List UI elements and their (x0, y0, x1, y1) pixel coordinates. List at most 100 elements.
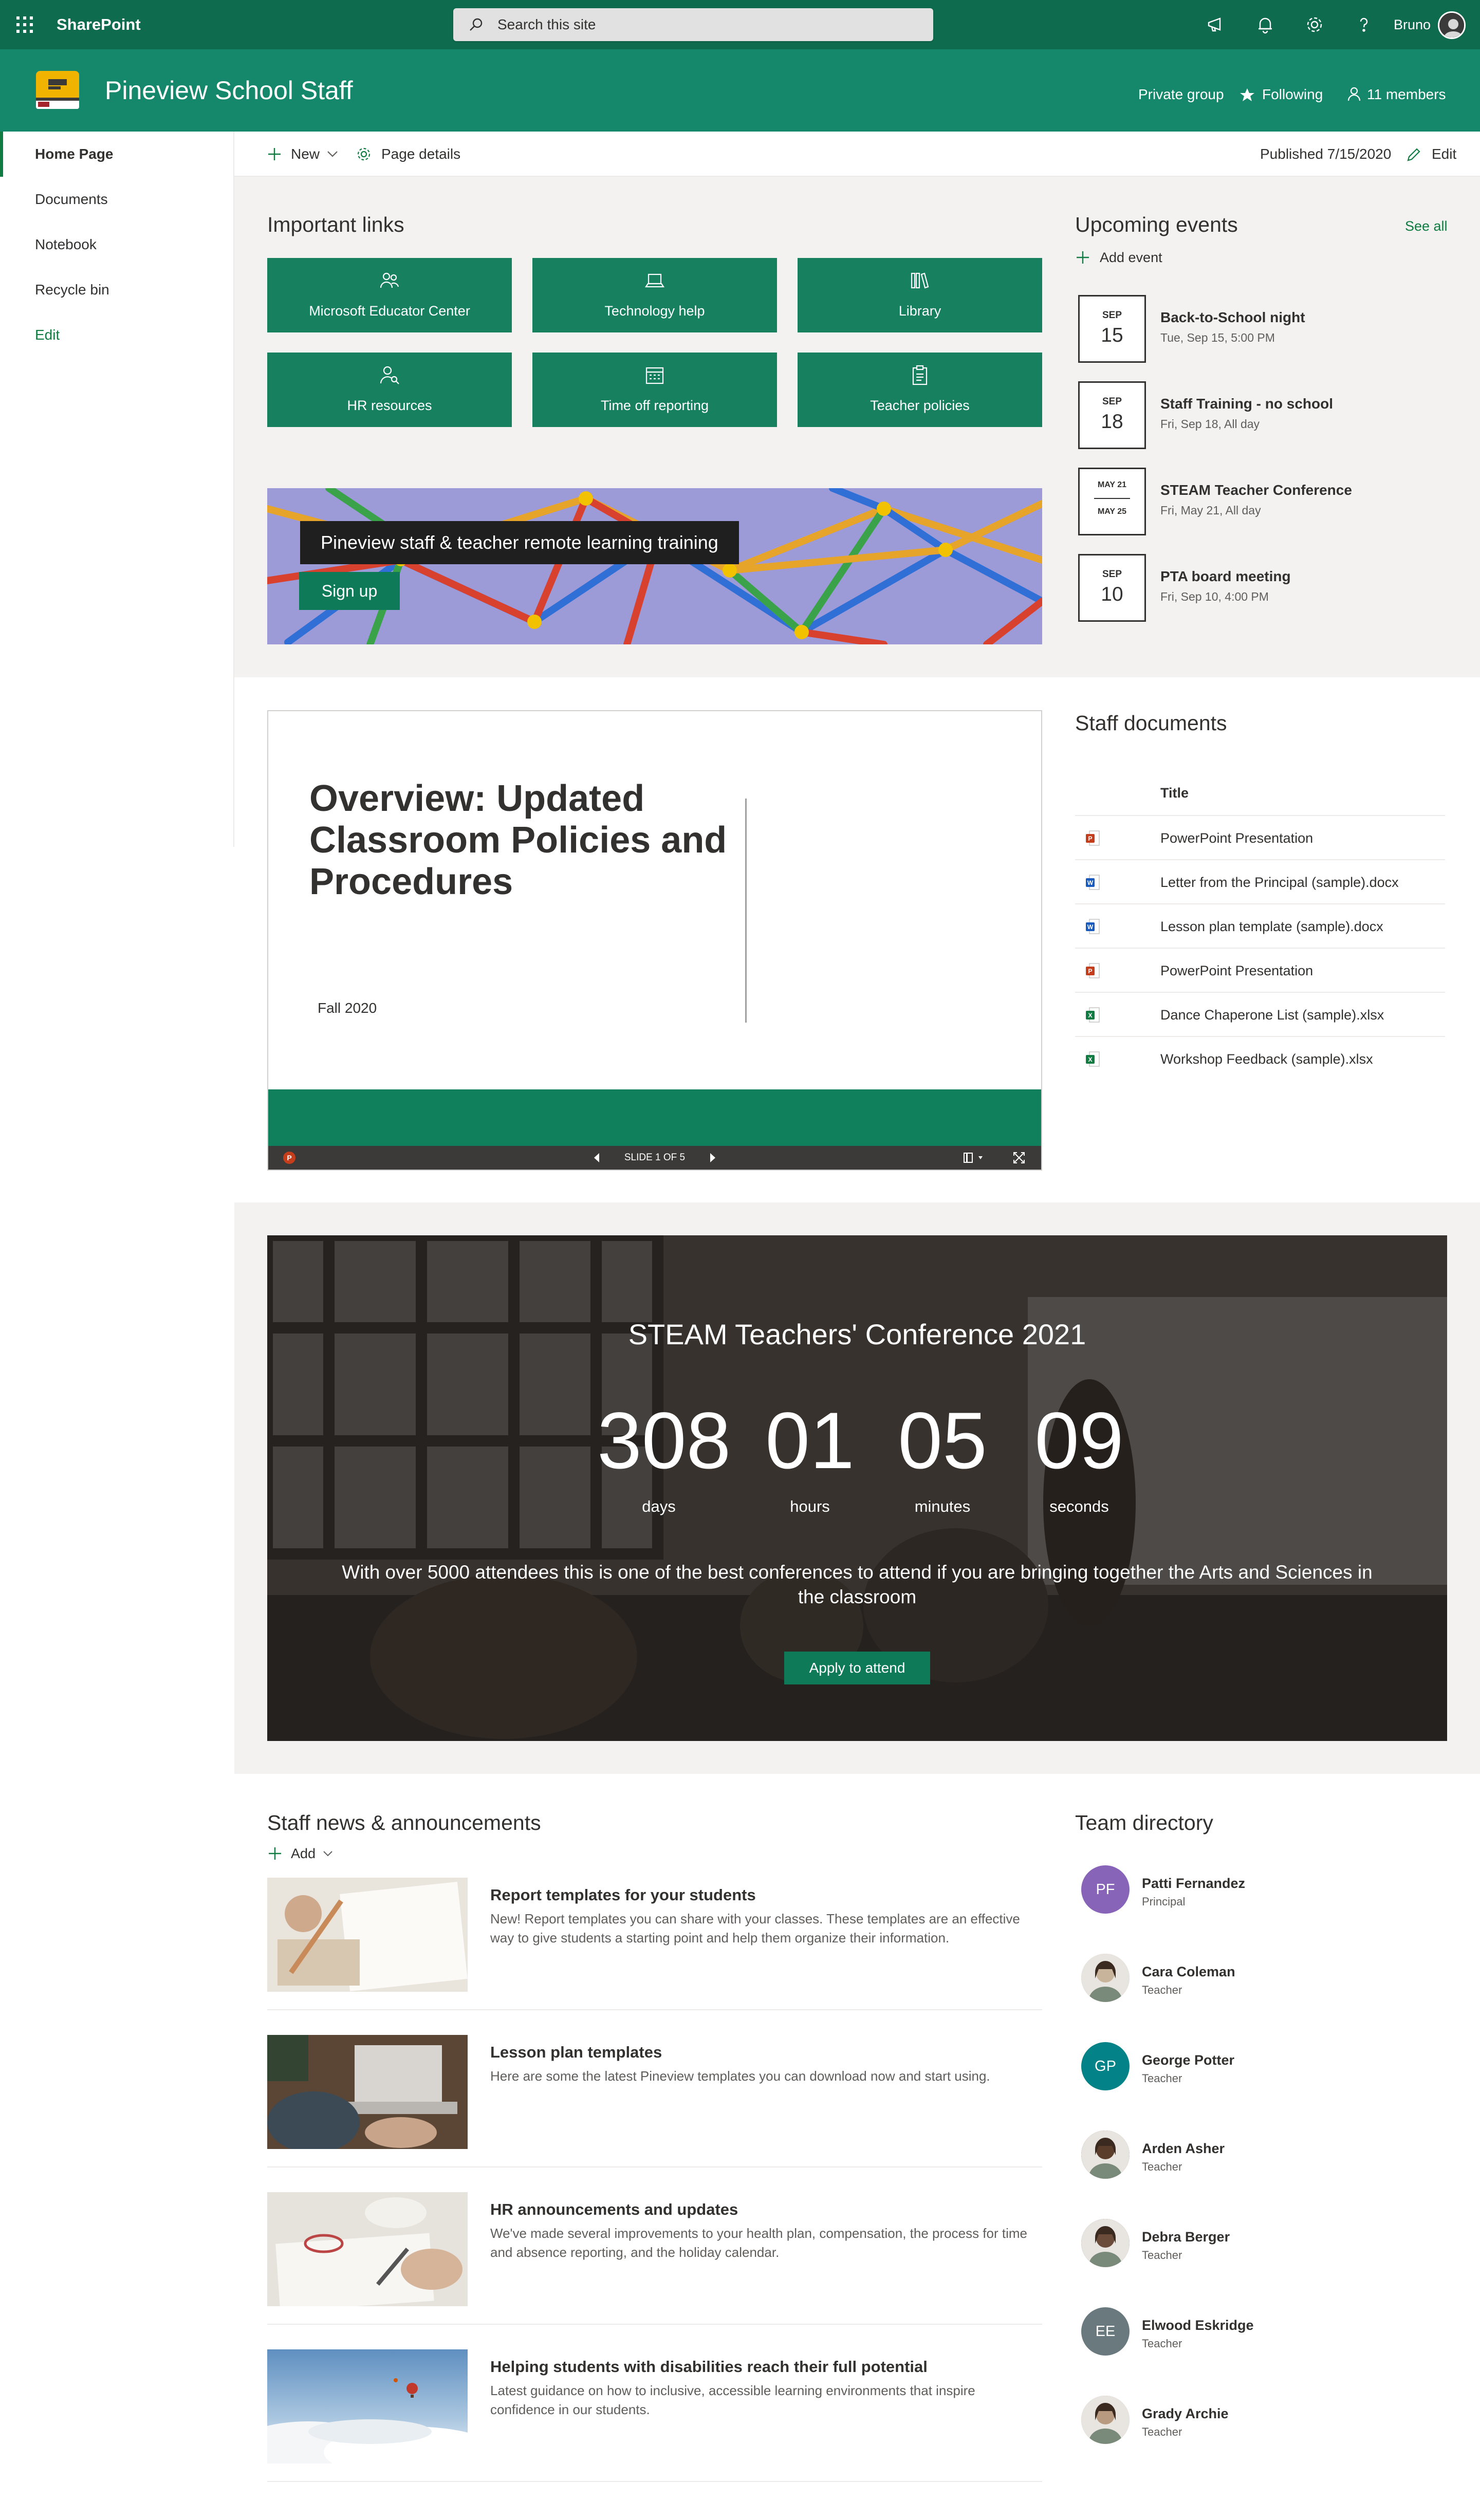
quick-link-teacher-policies[interactable]: Teacher policies (798, 353, 1042, 427)
see-all-link[interactable]: See all (1405, 218, 1448, 234)
document-row[interactable]: X Dance Chaperone List (sample).xlsx (1075, 992, 1445, 1036)
event-item[interactable]: MAY 21 MAY 25 STEAM Teacher Conference F… (1078, 468, 1453, 540)
person-card[interactable]: Grady Archie Teacher (1081, 2396, 1441, 2447)
event-item[interactable]: SEP 18 Staff Training - no school Fri, S… (1078, 381, 1453, 453)
star-icon[interactable] (1239, 87, 1255, 103)
person-name[interactable]: Arden Asher (1142, 2141, 1225, 2157)
nav-edit-link[interactable]: Edit (0, 312, 233, 358)
quick-link-hr-resources[interactable]: HR resources (267, 353, 512, 427)
app-name[interactable]: SharePoint (57, 0, 141, 49)
news-item-title[interactable]: Report templates for your students (490, 1886, 756, 1904)
news-item[interactable]: HR announcements and updates We've made … (267, 2192, 1042, 2325)
document-name[interactable]: Dance Chaperone List (sample).xlsx (1160, 993, 1384, 1037)
news-thumbnail-laptop[interactable] (267, 2035, 468, 2149)
chevron-down-icon[interactable] (323, 1850, 333, 1857)
news-item[interactable]: Report templates for your students New! … (267, 1878, 1042, 2010)
quick-link-time-off-reporting[interactable]: Time off reporting (532, 353, 777, 427)
page-details-button[interactable]: Page details (381, 132, 460, 177)
quick-link-library[interactable]: Library (798, 258, 1042, 332)
person-name[interactable]: George Potter (1142, 2052, 1234, 2068)
avatar[interactable] (1081, 2219, 1130, 2267)
document-name[interactable]: Letter from the Principal (sample).docx (1160, 860, 1399, 904)
add-event-button[interactable]: Add event (1100, 250, 1162, 266)
news-thumbnail-writing[interactable] (267, 1878, 468, 1992)
document-row[interactable]: W Lesson plan template (sample).docx (1075, 903, 1445, 948)
quick-link-technology-help[interactable]: Technology help (532, 258, 777, 332)
nav-item-notebook[interactable]: Notebook (0, 222, 233, 267)
training-banner[interactable]: Pineview staff & teacher remote learning… (267, 488, 1042, 644)
avatar[interactable]: GP (1081, 2042, 1130, 2090)
settings-gear-icon[interactable] (1304, 14, 1325, 35)
person-card[interactable]: Debra Berger Teacher (1081, 2219, 1441, 2270)
user-avatar[interactable] (1438, 11, 1466, 39)
person-card[interactable]: Arden Asher Teacher (1081, 2130, 1441, 2182)
document-name[interactable]: Lesson plan template (sample).docx (1160, 904, 1383, 949)
news-item[interactable]: Helping students with disabilities reach… (267, 2349, 1042, 2482)
bell-icon[interactable] (1255, 14, 1275, 35)
document-row[interactable]: P PowerPoint Presentation (1075, 948, 1445, 992)
view-options-icon[interactable] (963, 1152, 989, 1163)
site-title[interactable]: Pineview School Staff (105, 49, 353, 132)
edit-button[interactable]: Edit (1432, 132, 1456, 177)
event-title[interactable]: Staff Training - no school (1160, 396, 1333, 412)
fullscreen-icon[interactable] (1012, 1151, 1026, 1164)
left-navigation: Home Page Documents Notebook Recycle bin… (0, 132, 234, 847)
document-name[interactable]: PowerPoint Presentation (1160, 816, 1313, 860)
document-row[interactable]: P PowerPoint Presentation (1075, 815, 1445, 859)
avatar[interactable] (1081, 1954, 1130, 2002)
document-row[interactable]: X Workshop Feedback (sample).xlsx (1075, 1036, 1445, 1080)
event-item[interactable]: SEP 10 PTA board meeting Fri, Sep 10, 4:… (1078, 554, 1453, 626)
news-item[interactable]: Lesson plan templates Here are some the … (267, 2035, 1042, 2167)
person-card[interactable]: Cara Coleman Teacher (1081, 1954, 1441, 2005)
person-card[interactable]: PF Patti Fernandez Principal (1081, 1865, 1441, 1917)
nav-item-recycle-bin[interactable]: Recycle bin (0, 267, 233, 312)
document-row[interactable]: W Letter from the Principal (sample).docx (1075, 859, 1445, 903)
members-button[interactable]: 11 members (1367, 49, 1446, 140)
following-button[interactable]: Following (1262, 49, 1323, 140)
person-card[interactable]: GP George Potter Teacher (1081, 2042, 1441, 2093)
chevron-down-icon[interactable] (327, 150, 338, 158)
person-name[interactable]: Cara Coleman (1142, 1964, 1235, 1980)
site-logo-icon[interactable] (33, 66, 82, 115)
megaphone-icon[interactable] (1206, 14, 1226, 35)
apply-to-attend-button[interactable]: Apply to attend (784, 1652, 930, 1684)
plus-icon[interactable] (1076, 251, 1089, 264)
avatar[interactable]: EE (1081, 2307, 1130, 2356)
quick-link-educator-center[interactable]: Microsoft Educator Center (267, 258, 512, 332)
powerpoint-embed[interactable]: Overview: Updated Classroom Policies and… (267, 710, 1042, 1171)
event-title[interactable]: PTA board meeting (1160, 568, 1291, 585)
plus-icon[interactable] (268, 1847, 282, 1860)
column-header-title[interactable]: Title (1160, 785, 1189, 801)
new-button[interactable]: New (291, 132, 320, 177)
app-launcher-icon[interactable] (14, 14, 35, 35)
news-thumbnail-notes[interactable] (267, 2192, 468, 2306)
user-name[interactable]: Bruno (1394, 0, 1431, 49)
avatar[interactable] (1081, 2130, 1130, 2179)
person-card[interactable]: EE Elwood Eskridge Teacher (1081, 2307, 1441, 2359)
person-name[interactable]: Patti Fernandez (1142, 1876, 1245, 1892)
nav-item-home-page[interactable]: Home Page (0, 132, 233, 177)
nav-item-documents[interactable]: Documents (0, 177, 233, 222)
event-item[interactable]: SEP 15 Back-to-School night Tue, Sep 15,… (1078, 295, 1453, 367)
add-news-button[interactable]: Add (291, 1846, 316, 1862)
pencil-icon[interactable] (1406, 147, 1421, 162)
event-title[interactable]: Back-to-School night (1160, 309, 1305, 326)
person-name[interactable]: Elwood Eskridge (1142, 2318, 1254, 2333)
news-item-title[interactable]: Helping students with disabilities reach… (490, 2358, 928, 2376)
person-name[interactable]: Debra Berger (1142, 2229, 1230, 2245)
document-name[interactable]: Workshop Feedback (sample).xlsx (1160, 1037, 1373, 1081)
news-thumbnail-balloons[interactable] (267, 2349, 468, 2463)
gear-icon[interactable] (356, 146, 372, 162)
document-name[interactable]: PowerPoint Presentation (1160, 949, 1313, 993)
avatar[interactable]: PF (1081, 1865, 1130, 1914)
plus-icon[interactable] (267, 147, 282, 161)
avatar[interactable] (1081, 2396, 1130, 2444)
next-slide-icon[interactable] (708, 1152, 717, 1163)
news-item-title[interactable]: HR announcements and updates (490, 2200, 738, 2219)
news-item-title[interactable]: Lesson plan templates (490, 2043, 662, 2062)
event-title[interactable]: STEAM Teacher Conference (1160, 482, 1352, 498)
search-box[interactable]: Search this site (453, 8, 933, 41)
person-name[interactable]: Grady Archie (1142, 2406, 1229, 2422)
help-icon[interactable] (1354, 14, 1374, 35)
sign-up-button[interactable]: Sign up (299, 572, 400, 610)
